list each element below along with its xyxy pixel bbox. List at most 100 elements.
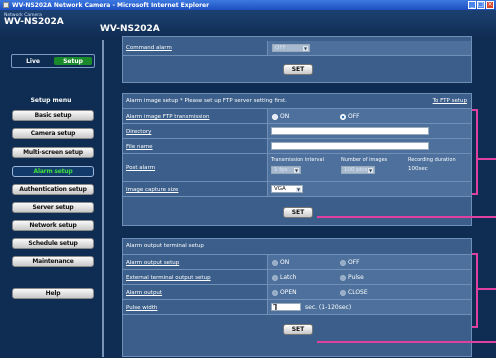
ftp-transmission-control: ON OFF (267, 109, 471, 123)
number-of-images-heading: Number of images (341, 157, 388, 163)
output-off-option[interactable]: OFF (340, 259, 360, 266)
tab-live[interactable]: Live (14, 57, 52, 65)
pulse-width-input[interactable] (271, 303, 301, 311)
callout-line (317, 216, 496, 218)
setup-menu-title: Setup menu (30, 97, 72, 104)
ftp-note: * Please set up FTP server setting first… (179, 98, 287, 104)
radio-icon (340, 274, 346, 281)
capture-size-control: VGA ▼ (267, 182, 471, 196)
menu-camera-setup[interactable]: Camera setup (12, 128, 94, 139)
pulse-option[interactable]: Pulse (340, 274, 364, 281)
open-option[interactable]: OPEN (272, 289, 297, 296)
pulse-width-unit: sec. (1-120sec) (305, 304, 352, 311)
alarm-output-terminal-header: Alarm output terminal setup (126, 243, 204, 249)
mode-tabs: Live Setup (11, 54, 95, 68)
window-titlebar: WV-NS202A Network Camera - Microsoft Int… (0, 0, 496, 10)
callout-bracket (472, 326, 478, 328)
output-on-label: ON (280, 259, 290, 266)
post-alarm-control: Transmission interval 1 fps ▼ Number of … (267, 154, 471, 181)
radio-icon (272, 113, 278, 120)
ftp-transmission-row: Alarm image FTP transmission ON OFF (123, 108, 471, 123)
capture-size-select[interactable]: VGA ▼ (271, 185, 303, 193)
set-button-command-alarm[interactable]: SET (283, 64, 313, 75)
ftp-on-label: ON (280, 113, 290, 120)
ext-terminal-row: External terminal output setup Latch Pul… (123, 269, 471, 284)
radio-icon (272, 274, 278, 281)
capture-size-value: VGA (274, 186, 286, 192)
window-controls: _ □ × (468, 1, 494, 9)
directory-control (267, 124, 471, 138)
menu-basic-setup[interactable]: Basic setup (12, 110, 94, 121)
callout-line (478, 158, 496, 160)
image-setup-set-row: SET (123, 196, 471, 227)
command-alarm-panel: Command alarm OFF ▼ SET (122, 36, 472, 83)
sidebar: Live Setup Setup menu Basic setup Camera… (0, 40, 102, 357)
tab-setup[interactable]: Setup (54, 57, 92, 65)
command-alarm-row: Command alarm OFF ▼ (123, 41, 471, 55)
file-name-row: File name (123, 138, 471, 153)
command-alarm-control: OFF ▼ (267, 41, 471, 55)
ftp-transmission-label: Alarm image FTP transmission (126, 114, 210, 120)
callout-line (317, 341, 496, 343)
directory-label: Directory (126, 129, 152, 135)
logo-model: WV-NS202A (4, 17, 64, 27)
ie-app-icon (3, 2, 9, 8)
alarm-output-setup-control: ON OFF (267, 255, 471, 269)
output-off-label: OFF (348, 259, 360, 266)
transmission-interval-select[interactable]: 1 fps ▼ (271, 166, 301, 174)
chevron-down-icon: ▼ (296, 187, 301, 192)
alarm-image-setup-panel: Alarm image setup * Please set up FTP se… (122, 93, 472, 226)
directory-input[interactable] (271, 127, 429, 135)
chevron-down-icon: ▼ (303, 46, 308, 51)
directory-row: Directory (123, 123, 471, 138)
close-option[interactable]: CLOSE (340, 289, 368, 296)
ext-terminal-label: External terminal output setup (126, 275, 211, 281)
latch-label: Latch (280, 274, 297, 281)
menu-multi-screen-setup[interactable]: Multi-screen setup (12, 147, 94, 158)
menu-alarm-setup[interactable]: Alarm setup (12, 166, 94, 177)
number-of-images-select[interactable]: 100 pics ▼ (341, 166, 375, 174)
menu-help[interactable]: Help (12, 288, 94, 299)
callout-bracket (476, 253, 478, 328)
callout-bracket (472, 193, 478, 195)
menu-network-setup[interactable]: Network setup (12, 220, 94, 231)
radio-icon (340, 289, 346, 296)
radio-icon (340, 259, 346, 266)
pulse-width-control: sec. (1-120sec) (267, 300, 471, 314)
radio-selected-icon (340, 113, 346, 120)
latch-option[interactable]: Latch (272, 274, 296, 281)
menu-maintenance[interactable]: Maintenance (12, 256, 94, 267)
menu-authentication-setup[interactable]: Authentication setup (12, 184, 94, 195)
page-title: WV-NS202A (100, 24, 160, 34)
transmission-interval-heading: Transmission interval (271, 157, 324, 163)
post-alarm-label: Post alarm (126, 165, 156, 171)
alarm-output-setup-label: Alarm output setup (126, 260, 180, 266)
menu-schedule-setup[interactable]: Schedule setup (12, 238, 94, 249)
output-setup-set-row: SET (123, 314, 471, 358)
minimize-button[interactable]: _ (468, 1, 476, 9)
command-alarm-value: OFF (275, 45, 286, 51)
file-name-input[interactable] (271, 142, 429, 150)
ftp-on-option[interactable]: ON (272, 113, 289, 120)
close-button[interactable]: × (486, 1, 494, 9)
alarm-image-setup-header: Alarm image setup * Please set up FTP se… (126, 98, 287, 104)
set-button-image-setup[interactable]: SET (283, 207, 313, 218)
maximize-button[interactable]: □ (477, 1, 485, 9)
callout-line (478, 288, 496, 290)
output-on-option[interactable]: ON (272, 259, 289, 266)
chevron-down-icon: ▼ (368, 168, 373, 173)
alarm-output-terminal-panel: Alarm output terminal setup Alarm output… (122, 238, 472, 357)
recording-duration-heading: Recording duration (408, 157, 456, 163)
number-of-images-value: 100 pics (344, 167, 368, 173)
command-alarm-set-row: SET (123, 55, 471, 83)
file-name-control (267, 139, 471, 153)
radio-icon (272, 259, 278, 266)
ftp-off-option[interactable]: OFF (340, 113, 360, 120)
menu-server-setup[interactable]: Server setup (12, 202, 94, 213)
command-alarm-select[interactable]: OFF ▼ (272, 44, 310, 52)
set-button-output-setup[interactable]: SET (283, 324, 313, 335)
file-name-label: File name (126, 144, 153, 150)
ext-terminal-control: Latch Pulse (267, 270, 471, 284)
to-ftp-setup-link[interactable]: To FTP setup (433, 98, 467, 104)
pulse-label: Pulse (348, 274, 364, 281)
